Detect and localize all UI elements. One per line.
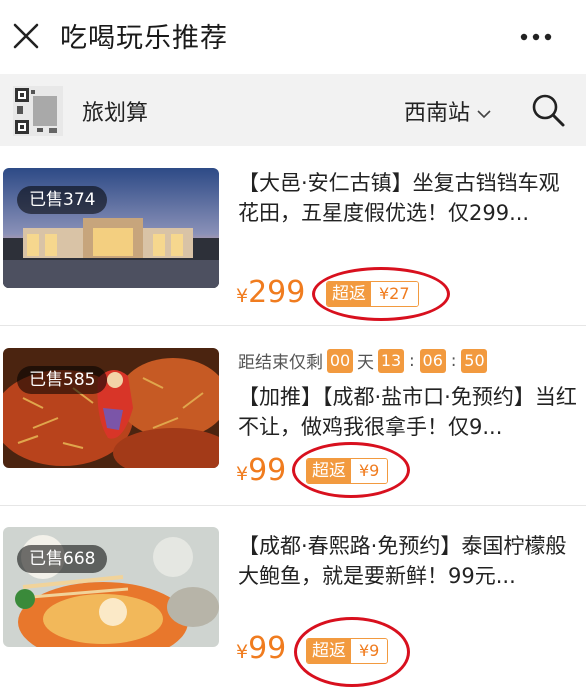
top-bar: 吃喝玩乐推荐 xyxy=(0,0,586,74)
price: ¥99 xyxy=(236,631,286,666)
product-card[interactable]: 已售374 【大邑·安仁古镇】坐复古铛铛车观花田，五星度假优选！仅299... … xyxy=(0,148,586,326)
product-card[interactable]: 已售585 距结束仅剩 00 天 13 : 06 : 50 【加推】【成都·盐市… xyxy=(0,328,586,506)
sold-count-badge: 已售585 xyxy=(17,366,108,394)
more-dots-icon[interactable] xyxy=(514,22,558,52)
product-title: 【加推】【成都·盐市口·免预约】当红不让，做鸡我很拿手！仅9... xyxy=(238,385,577,439)
rebate-label: 超返 xyxy=(307,639,351,663)
countdown-day-unit: 天 xyxy=(357,353,374,373)
rebate-amount: ¥27 xyxy=(371,282,418,306)
countdown-hours: 13 xyxy=(378,348,404,373)
product-image: 已售374 xyxy=(3,168,219,288)
rebate-amount: ¥9 xyxy=(351,639,388,663)
price: ¥99 xyxy=(236,453,286,488)
page-title: 吃喝玩乐推荐 xyxy=(60,23,228,54)
search-icon[interactable] xyxy=(530,92,566,128)
rebate-tag: 超返 ¥9 xyxy=(306,458,389,484)
city-label: 西南站 xyxy=(404,101,471,126)
price-value: 99 xyxy=(248,631,287,666)
avatar[interactable] xyxy=(13,86,63,136)
product-title: 【大邑·安仁古镇】坐复古铛铛车观花田，五星度假优选！仅299... xyxy=(238,171,560,225)
currency-symbol: ¥ xyxy=(236,641,249,663)
rebate-tag: 超返 ¥9 xyxy=(306,638,389,664)
price: ¥299 xyxy=(236,275,305,310)
rebate-amount: ¥9 xyxy=(351,459,388,483)
sold-count-badge: 已售668 xyxy=(17,545,108,573)
currency-symbol: ¥ xyxy=(236,285,249,307)
currency-symbol: ¥ xyxy=(236,463,249,485)
countdown-minutes: 06 xyxy=(419,348,446,373)
countdown-label: 距结束仅剩 xyxy=(238,353,323,373)
divider xyxy=(0,505,586,506)
countdown-timer: 距结束仅剩 00 天 13 : 06 : 50 xyxy=(238,348,491,373)
city-selector[interactable]: 西南站 xyxy=(404,95,492,127)
price-value: 99 xyxy=(248,453,287,488)
countdown-days: 00 xyxy=(327,348,353,373)
product-card[interactable]: 已售668 【成都·春熙路·免预约】泰国柠檬般大鲍鱼，就是要新鲜！99元... … xyxy=(0,507,586,687)
countdown-separator: : xyxy=(409,350,415,371)
rebate-label: 超返 xyxy=(327,282,371,306)
rebate-tag: 超返 ¥27 xyxy=(326,281,419,307)
close-icon[interactable] xyxy=(10,18,42,54)
countdown-seconds: 50 xyxy=(461,348,488,373)
rebate-label: 超返 xyxy=(307,459,351,483)
countdown-separator: : xyxy=(450,350,457,371)
shop-name[interactable]: 旅划算 xyxy=(82,95,148,127)
price-value: 299 xyxy=(248,275,306,310)
chevron-down-icon xyxy=(476,103,492,119)
divider xyxy=(0,325,586,326)
product-title: 【成都·春熙路·免预约】泰国柠檬般大鲍鱼，就是要新鲜！99元... xyxy=(238,534,567,588)
sold-count-badge: 已售374 xyxy=(17,186,108,214)
product-image: 已售585 xyxy=(3,348,219,468)
product-image: 已售668 xyxy=(3,527,219,647)
